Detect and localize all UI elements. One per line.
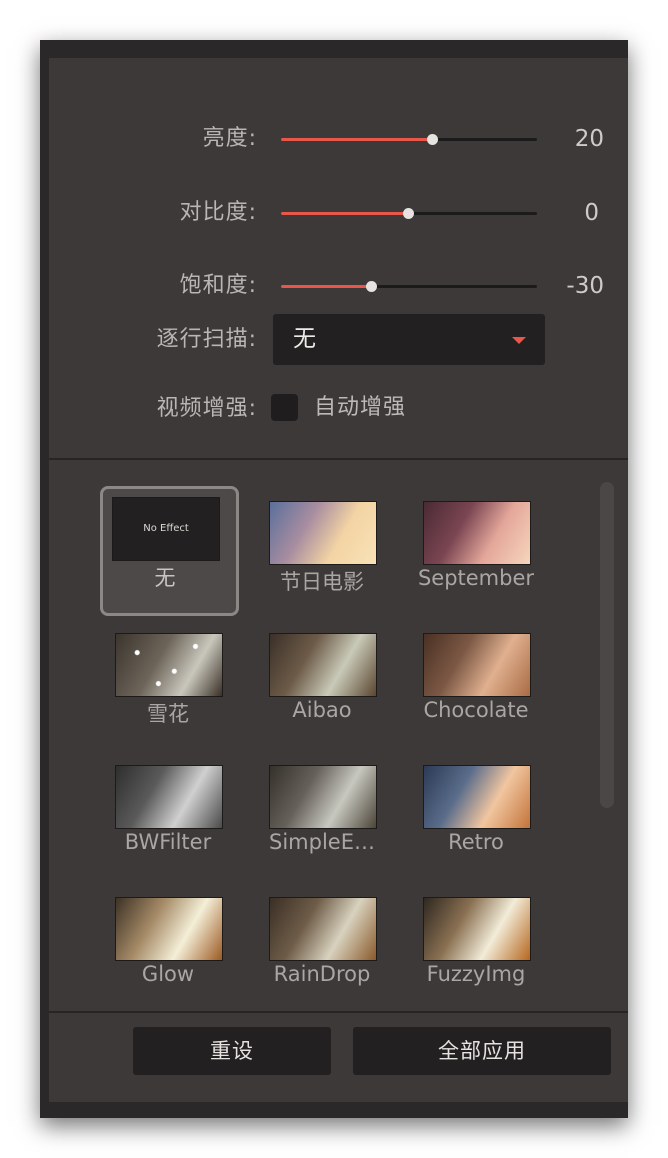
effect-name: SimpleE… bbox=[269, 830, 375, 854]
effect-item[interactable]: Chocolate bbox=[411, 622, 541, 742]
brightness-label: 亮度: bbox=[202, 126, 257, 151]
effect-name: BWFilter bbox=[124, 830, 212, 854]
contrast-slider[interactable] bbox=[281, 208, 537, 219]
saturation-label: 饱和度: bbox=[179, 273, 257, 298]
apply-all-button[interactable]: 全部应用 bbox=[353, 1027, 611, 1075]
effect-name: Glow bbox=[141, 962, 195, 986]
effect-item[interactable]: 节日电影 bbox=[257, 490, 387, 610]
effects-grid: No Effect 无 节日电影 September 雪花 Aibao Chocolate B… bbox=[49, 460, 628, 1010]
effects-window: 亮度: 20 对比度: 0 饱和度: -30 逐行扫描: 无 视频增强: 自动增… bbox=[40, 40, 628, 1118]
effect-name: 雪花 bbox=[147, 702, 189, 726]
caret-down-icon bbox=[512, 337, 526, 344]
effect-name: Aibao bbox=[292, 698, 352, 722]
effect-name: Retro bbox=[448, 830, 504, 854]
effect-thumbnail bbox=[115, 633, 223, 697]
enhance-label: 视频增强: bbox=[156, 396, 257, 421]
brightness-slider-thumb[interactable] bbox=[427, 134, 439, 145]
effect-thumbnail bbox=[423, 633, 531, 697]
contrast-slider-thumb[interactable] bbox=[402, 208, 414, 219]
effect-name: FuzzyImg bbox=[426, 962, 526, 986]
deinterlace-selected-value: 无 bbox=[293, 326, 316, 352]
brightness-row: 亮度: 20 bbox=[49, 119, 628, 159]
effect-item[interactable]: BWFilter bbox=[103, 754, 233, 874]
brightness-slider[interactable] bbox=[281, 134, 537, 145]
effect-thumbnail bbox=[423, 897, 531, 961]
effects-panel: 亮度: 20 对比度: 0 饱和度: -30 逐行扫描: 无 视频增强: 自动增… bbox=[49, 58, 628, 1102]
effect-thumbnail bbox=[115, 765, 223, 829]
effect-name: Chocolate bbox=[423, 698, 529, 722]
auto-enhance-checkbox[interactable] bbox=[271, 394, 298, 421]
effect-thumbnail: No Effect bbox=[112, 497, 220, 561]
effect-thumbnail bbox=[269, 633, 377, 697]
effects-scrollbar[interactable] bbox=[600, 482, 614, 808]
effect-thumbnail bbox=[423, 765, 531, 829]
effect-name: September bbox=[417, 566, 535, 590]
effect-thumbnail bbox=[269, 897, 377, 961]
deinterlace-select[interactable]: 无 bbox=[273, 314, 545, 365]
saturation-slider-fill bbox=[281, 285, 371, 288]
reset-button[interactable]: 重设 bbox=[133, 1027, 331, 1075]
effect-thumbnail bbox=[269, 765, 377, 829]
brightness-value: 20 bbox=[574, 126, 604, 152]
saturation-slider-thumb[interactable] bbox=[365, 281, 377, 292]
brightness-slider-fill bbox=[281, 138, 433, 141]
footer-divider bbox=[49, 1011, 628, 1013]
saturation-row: 饱和度: -30 bbox=[49, 266, 628, 306]
contrast-label: 对比度: bbox=[179, 200, 257, 225]
effect-thumbnail bbox=[269, 501, 377, 565]
auto-enhance-label[interactable]: 自动增强 bbox=[314, 388, 406, 428]
effect-thumbnail bbox=[423, 501, 531, 565]
contrast-slider-fill bbox=[281, 212, 408, 215]
contrast-value: 0 bbox=[584, 200, 599, 226]
effect-name: RainDrop bbox=[273, 962, 371, 986]
effect-name: 无 bbox=[154, 566, 176, 590]
effect-item[interactable]: RainDrop bbox=[257, 886, 387, 1006]
effect-thumbnail bbox=[115, 897, 223, 961]
effect-item[interactable]: Aibao bbox=[257, 622, 387, 742]
contrast-row: 对比度: 0 bbox=[49, 193, 628, 233]
effect-item[interactable]: No Effect 无 bbox=[100, 486, 239, 616]
effect-item[interactable]: September bbox=[411, 490, 541, 610]
saturation-value: -30 bbox=[566, 273, 604, 299]
effect-thumbnail-text: No Effect bbox=[143, 523, 189, 534]
saturation-slider[interactable] bbox=[281, 281, 537, 292]
effect-item[interactable]: SimpleE… bbox=[257, 754, 387, 874]
effect-item[interactable]: Retro bbox=[411, 754, 541, 874]
effect-item[interactable]: Glow bbox=[103, 886, 233, 1006]
effect-item[interactable]: 雪花 bbox=[103, 622, 233, 742]
deinterlace-label: 逐行扫描: bbox=[156, 327, 257, 352]
effect-item[interactable]: FuzzyImg bbox=[411, 886, 541, 1006]
effect-name: 节日电影 bbox=[280, 570, 364, 594]
